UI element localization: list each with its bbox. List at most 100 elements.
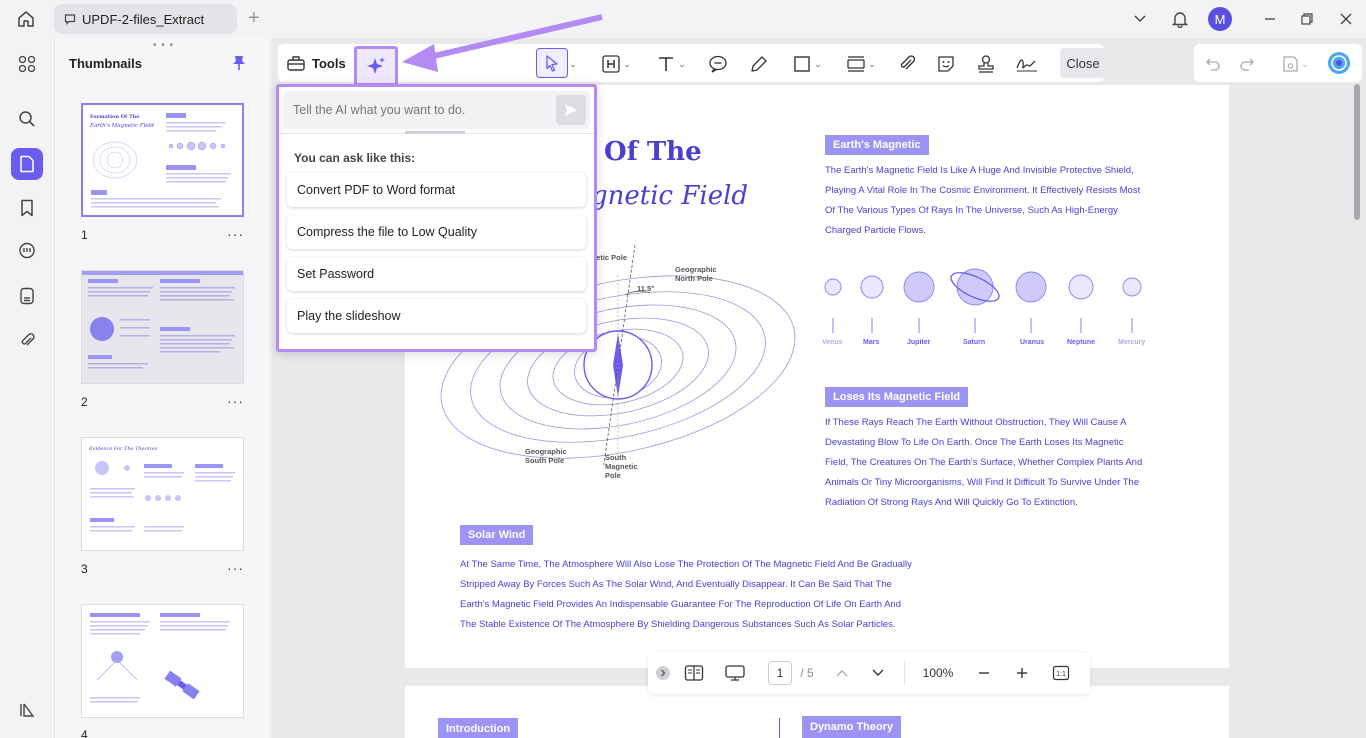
left-rail (0, 38, 54, 738)
svg-text:Earth's Magnetic Field: Earth's Magnetic Field (89, 123, 154, 129)
vertical-scrollbar[interactable] (1354, 84, 1360, 220)
select-tool-button[interactable] (536, 48, 568, 78)
planet-label-uranus: Uranus (1020, 339, 1045, 346)
next-page-icon[interactable] (868, 661, 888, 685)
form-tool-button[interactable]: ⌄ (840, 52, 882, 76)
diagram-label-angle: 11.5° (637, 284, 655, 293)
presentation-icon[interactable] (722, 661, 748, 685)
planets-diagram (824, 268, 1142, 333)
stamp-tool-button[interactable] (974, 52, 998, 76)
bookmark-icon[interactable] (11, 192, 43, 224)
thumbnails-title: Thumbnails (69, 56, 142, 71)
loses-line-1: If These Rays Reach The Earth Without Ob… (825, 417, 1127, 428)
page-more-button-2[interactable]: ··· (227, 393, 244, 409)
search-icon[interactable] (11, 103, 43, 135)
actual-size-icon[interactable]: 1:1 (1050, 661, 1072, 685)
ai-prompt-input[interactable] (283, 91, 543, 129)
collapse-icon[interactable] (654, 661, 672, 685)
save-button[interactable]: ⌄ (1276, 52, 1314, 76)
shape-tool-button[interactable]: ⌄ (786, 52, 828, 76)
page-navigation-bar: 1 / 5 100% 1:1 (648, 652, 1090, 694)
document-tab[interactable]: UPDF-2-files_Extract (54, 4, 237, 34)
svg-text:1:1: 1:1 (1056, 671, 1066, 678)
select-tool-dropdown[interactable]: ⌄ (568, 52, 578, 76)
sticker-icon (938, 56, 954, 72)
comment-panel-icon[interactable] (11, 235, 43, 267)
redo-icon[interactable] (1236, 52, 1258, 76)
attachments-list-icon[interactable] (11, 280, 43, 312)
text-tool-button[interactable]: ⌄ (650, 52, 692, 76)
thumbnails-icon[interactable] (11, 148, 43, 180)
close-edit-button[interactable]: Close (1060, 48, 1106, 78)
sticker-tool-button[interactable] (934, 52, 958, 76)
undo-icon[interactable] (1202, 52, 1224, 76)
save-icon (1283, 56, 1298, 72)
page-thumbnail-2[interactable] (81, 270, 244, 384)
solar-line-3: Earth's Magnetic Field Provides An Indis… (460, 599, 901, 610)
updf-ai-icon[interactable] (1326, 51, 1352, 75)
new-tab-button[interactable]: + (248, 8, 260, 28)
text-icon (659, 57, 674, 71)
tools-button[interactable]: Tools (286, 50, 346, 76)
signature-icon (1016, 59, 1037, 72)
earths-magnetic-line-4: Charged Particle Flows. (825, 225, 926, 236)
previous-page-icon[interactable] (832, 661, 852, 685)
page-thumbnail-1[interactable]: Formation Of The Earth's Magnetic Field (81, 103, 244, 217)
heading-tool-button[interactable]: ⌄ (596, 52, 636, 76)
highlight-tool-button[interactable] (747, 52, 771, 76)
ai-suggestion-compress[interactable]: Compress the file to Low Quality (287, 215, 586, 249)
apps-icon[interactable] (11, 48, 43, 80)
heading-icon (602, 55, 620, 73)
divider (904, 661, 905, 685)
comment-tool-button[interactable] (706, 52, 730, 76)
bell-icon[interactable] (1168, 6, 1192, 32)
pin-icon[interactable] (231, 54, 247, 75)
loses-line-2: Devastating Blow To Life On Earth. Once … (825, 437, 1124, 448)
earths-magnetic-line-1: The Earth's Magnetic Field Is Like A Hug… (825, 165, 1134, 176)
user-avatar[interactable]: M (1207, 6, 1233, 32)
loses-line-5: Radiation Of Strong Rays And Will Quickl… (825, 497, 1078, 508)
divider-accent (405, 131, 465, 134)
section-label-earths-magnetic: Earth's Magnetic (825, 135, 929, 155)
loses-line-3: Field, The Creatures On The Earth's Surf… (825, 457, 1143, 468)
zoom-out-icon[interactable] (974, 661, 994, 685)
home-icon[interactable] (14, 8, 38, 30)
close-window-icon[interactable] (1334, 6, 1358, 32)
chevron-down-icon[interactable] (1128, 6, 1152, 32)
thumbnails-panel: • • • Thumbnails Formation Of The Earth'… (54, 38, 270, 738)
zoom-in-icon[interactable] (1012, 661, 1032, 685)
page-number-2: 2 (81, 395, 88, 409)
ai-assistant-button[interactable] (354, 46, 398, 86)
ai-suggestion-convert[interactable]: Convert PDF to Word format (287, 173, 586, 207)
page-thumbnail-3[interactable]: Evidence For The Theories (81, 437, 244, 551)
page-more-button-1[interactable]: ··· (227, 226, 244, 242)
attach-tool-button[interactable] (895, 52, 919, 76)
ai-suggestion-password[interactable]: Set Password (287, 257, 586, 291)
section-label-dynamo: Dynamo Theory (802, 716, 902, 738)
comment-icon (64, 14, 76, 25)
planet-label-saturn: Saturn (963, 339, 986, 346)
pen-icon (751, 56, 767, 72)
paperclip-icon[interactable] (11, 324, 43, 356)
page-layout-icon[interactable] (682, 661, 706, 685)
page-more-button-3[interactable]: ··· (227, 560, 244, 576)
section-label-loses-magnetic: Loses Its Magnetic Field (825, 387, 969, 407)
minimize-icon[interactable] (1258, 6, 1282, 32)
page-thumbnail-4[interactable] (81, 604, 244, 718)
diagram-label-geo-north: Geographic North Pole (675, 265, 717, 283)
solar-line-2: Stripped Away By Forces Such As The Sola… (460, 579, 892, 590)
layers-icon[interactable] (11, 694, 43, 726)
panel-resize-handle[interactable]: • • • (153, 40, 174, 51)
solar-line-4: The Stable Existence Of The Atmosphere B… (460, 619, 896, 630)
send-button[interactable] (556, 95, 586, 125)
ai-suggestion-slideshow[interactable]: Play the slideshow (287, 299, 586, 333)
stamp-icon (978, 55, 994, 73)
zoom-level[interactable]: 100% (914, 661, 962, 685)
diagram-label-south-magnetic: South Magnetic Pole (605, 453, 638, 480)
restore-icon[interactable] (1295, 6, 1319, 32)
earths-magnetic-line-3: Of The Various Types Of Rays In The Univ… (825, 205, 1118, 216)
page-number-field[interactable]: 1 (768, 661, 792, 685)
planet-label-neptune: Neptune (1067, 339, 1095, 346)
paperclip-icon (900, 55, 916, 70)
signature-tool-button[interactable] (1014, 52, 1040, 76)
